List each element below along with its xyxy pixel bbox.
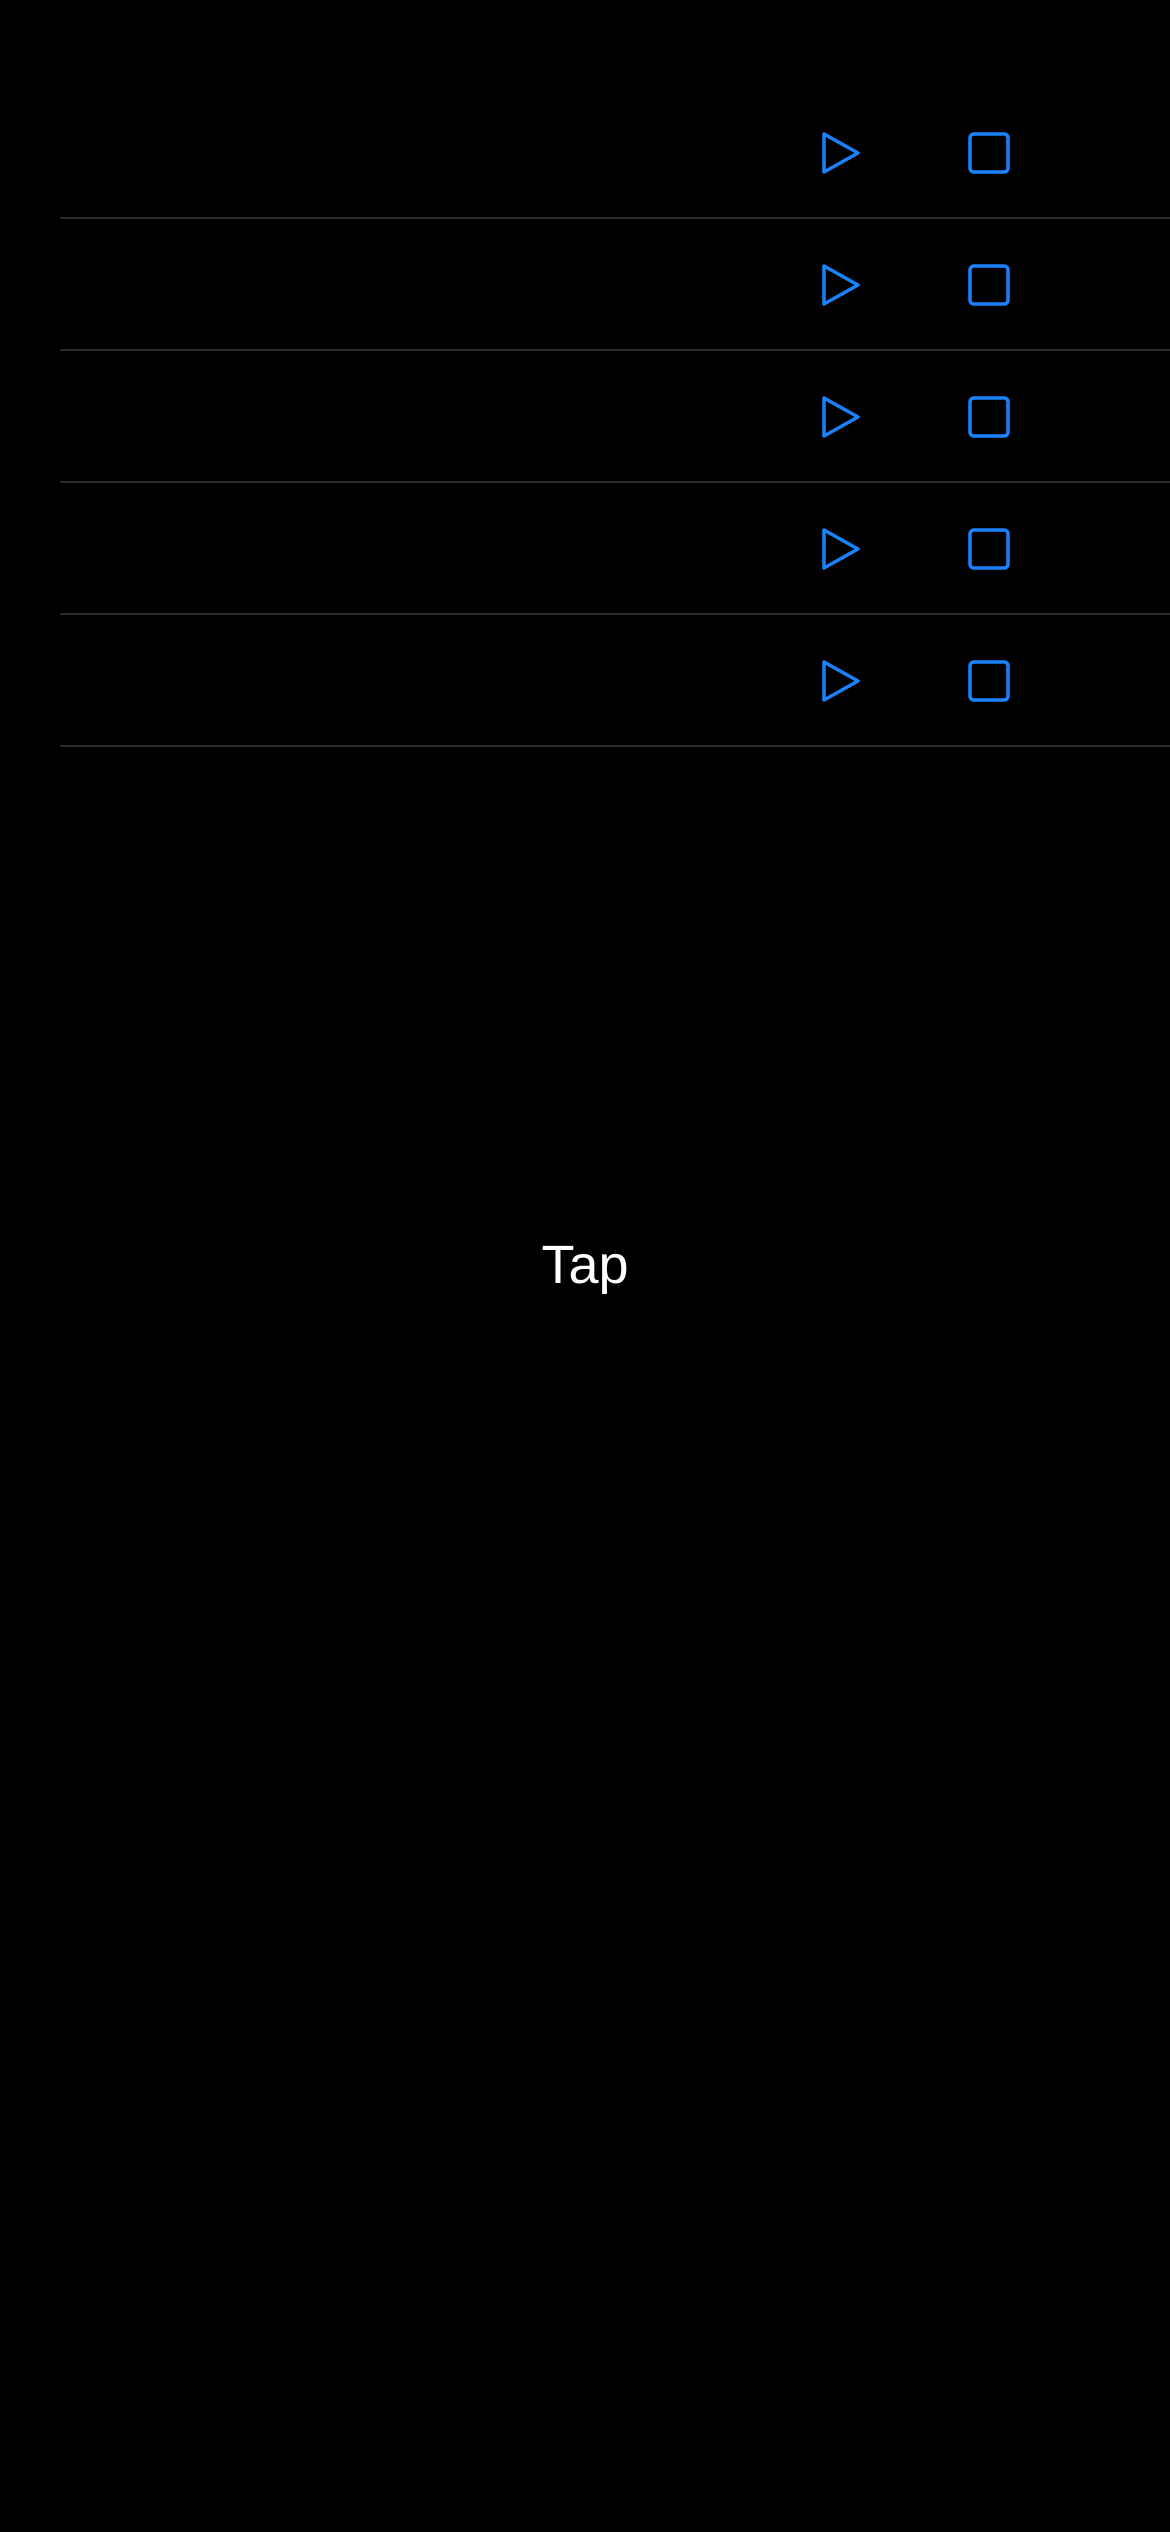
list-row [0, 351, 1170, 483]
row-divider [60, 745, 1170, 747]
play-icon [822, 528, 860, 570]
stop-icon [968, 264, 1010, 306]
play-icon [822, 264, 860, 306]
list-row [0, 483, 1170, 615]
play-button[interactable] [801, 219, 881, 351]
list-row [0, 87, 1170, 219]
stop-button[interactable] [949, 615, 1029, 747]
play-button[interactable] [801, 483, 881, 615]
play-button[interactable] [801, 351, 881, 483]
stop-icon [968, 396, 1010, 438]
stop-button[interactable] [949, 351, 1029, 483]
play-icon [822, 660, 860, 702]
stop-button[interactable] [949, 219, 1029, 351]
play-button[interactable] [801, 87, 881, 219]
play-button[interactable] [801, 615, 881, 747]
sound-list [0, 87, 1170, 747]
list-row [0, 219, 1170, 351]
stop-icon [968, 528, 1010, 570]
play-icon [822, 396, 860, 438]
stop-icon [968, 660, 1010, 702]
stop-button[interactable] [949, 87, 1029, 219]
stop-icon [968, 132, 1010, 174]
tap-label[interactable]: Tap [0, 1232, 1170, 1298]
play-icon [822, 132, 860, 174]
list-row [0, 615, 1170, 747]
stop-button[interactable] [949, 483, 1029, 615]
screen: Tap [0, 0, 1170, 2532]
